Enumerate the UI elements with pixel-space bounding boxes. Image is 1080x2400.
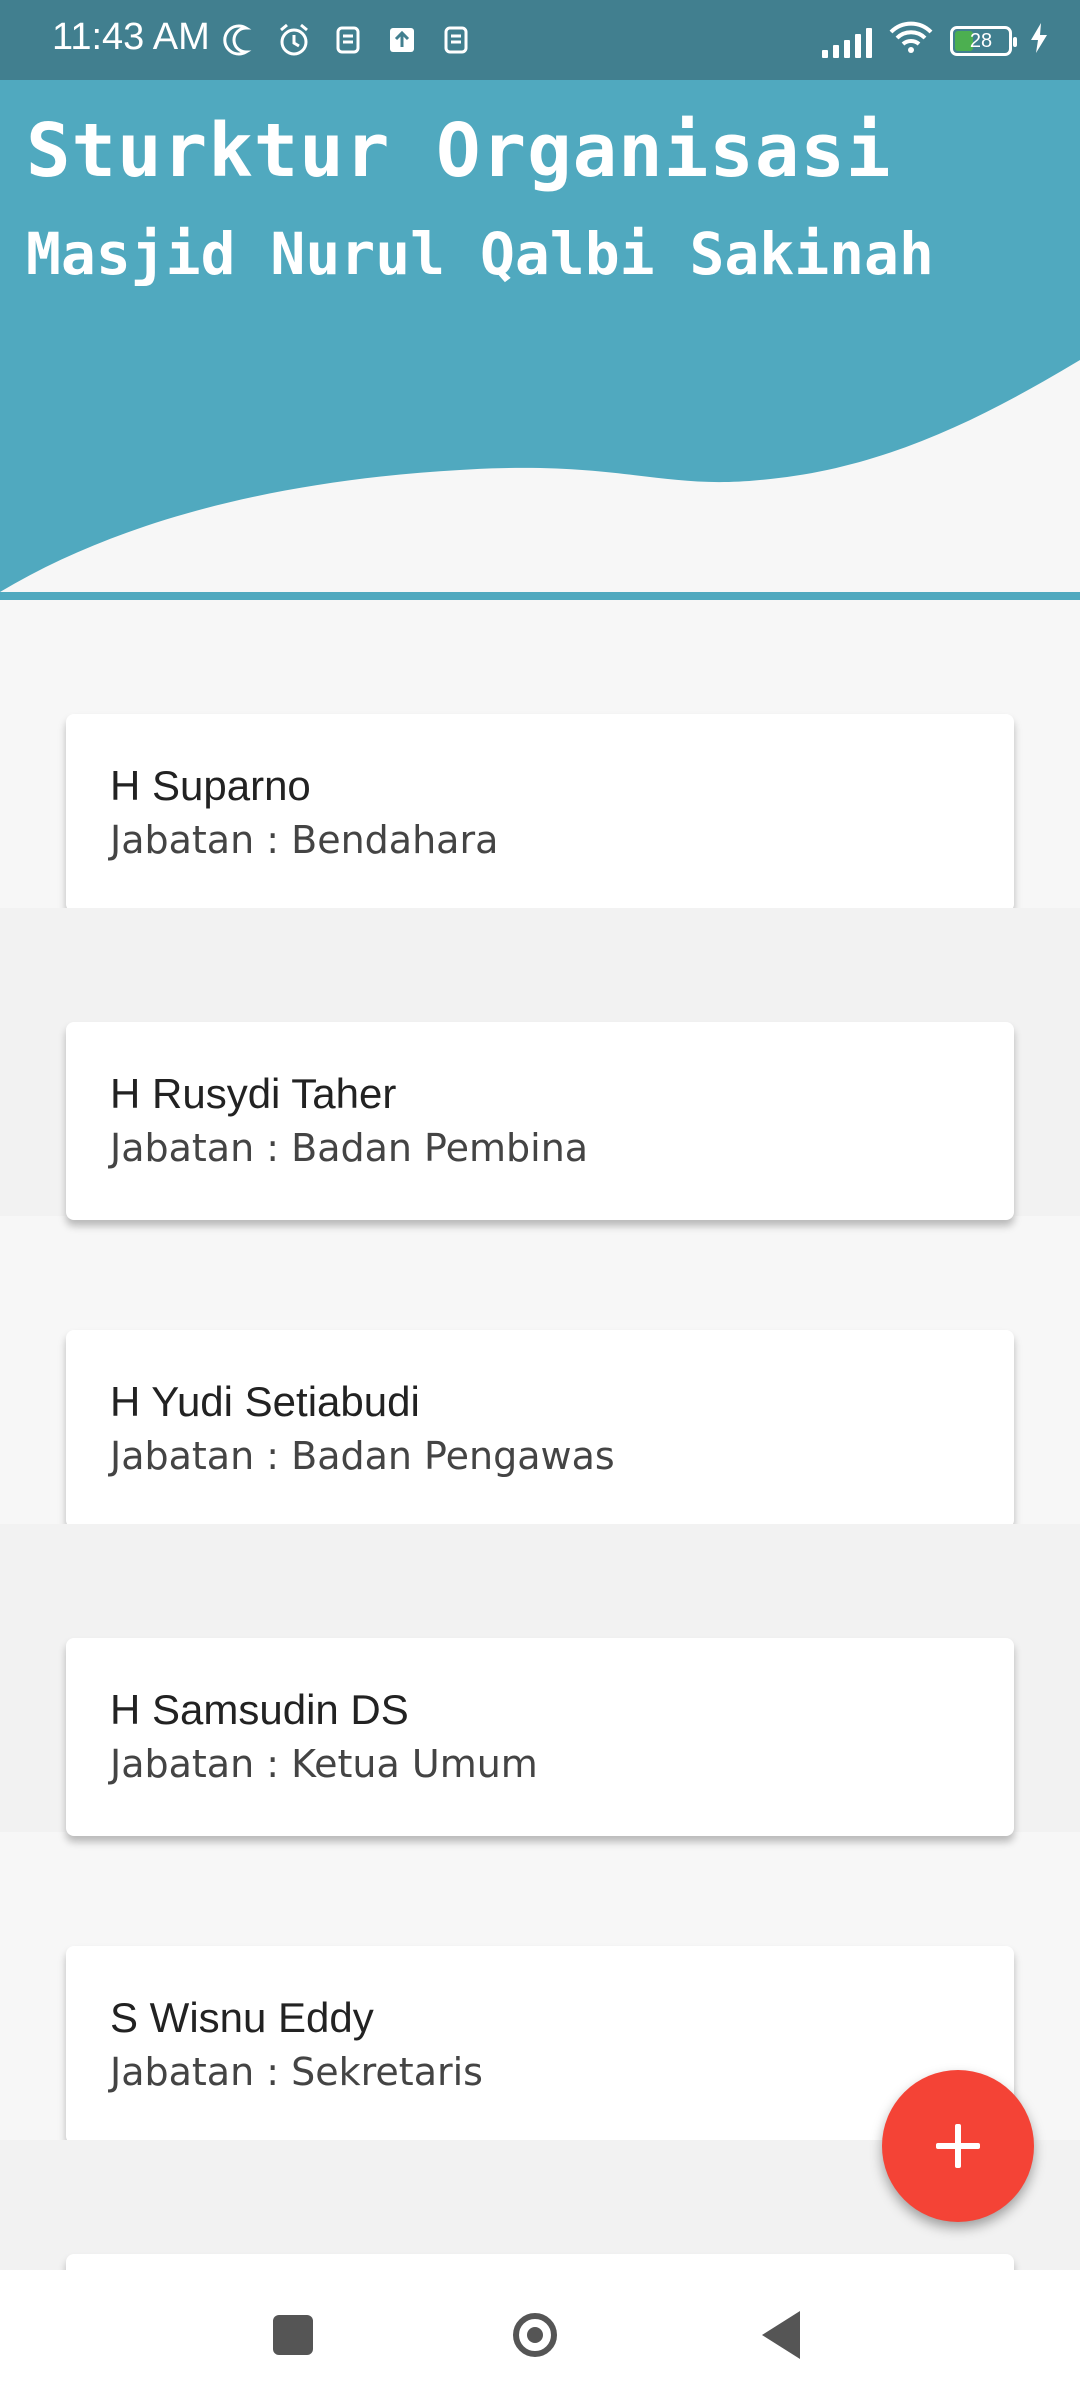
back-button[interactable] <box>746 2300 816 2370</box>
member-card[interactable]: H Rusydi Taher Jabatan : Badan Pembina <box>66 1022 1014 1220</box>
member-name: H Samsudin DS <box>110 1686 409 1733</box>
member-card[interactable]: H Suparno Jabatan : Bendahara <box>66 714 1014 912</box>
member-card[interactable]: H Samsudin DS Jabatan : Ketua Umum <box>66 1638 1014 1836</box>
member-role: Jabatan : Bendahara <box>110 818 499 862</box>
navigation-bar <box>0 2270 1080 2400</box>
battery-level: 28 <box>969 29 993 52</box>
plus-icon <box>936 2124 980 2168</box>
moon-icon <box>222 22 258 58</box>
battery-icon: 28 <box>950 25 1017 56</box>
member-card[interactable] <box>66 2254 1014 2270</box>
status-bar: 11:43 AM 28 <box>0 0 1080 80</box>
member-name: H Yudi Setiabudi <box>110 1378 420 1425</box>
charging-icon <box>1028 21 1050 60</box>
page-subtitle: Masjid Nurul Qalbi Sakinah <box>26 220 934 288</box>
home-button[interactable] <box>500 2300 570 2370</box>
member-card[interactable]: H Yudi Setiabudi Jabatan : Badan Pengawa… <box>66 1330 1014 1528</box>
alarm-icon <box>276 22 312 58</box>
home-icon <box>513 2313 557 2357</box>
notification-icon <box>330 22 366 58</box>
status-time: 11:43 AM <box>52 16 210 58</box>
list-item: H Rusydi Taher Jabatan : Badan Pembina <box>0 908 1080 1220</box>
recents-button[interactable] <box>258 2300 328 2370</box>
notification-icon <box>438 22 474 58</box>
member-role: Jabatan : Badan Pengawas <box>110 1434 615 1478</box>
member-role: Jabatan : Badan Pembina <box>110 1126 589 1170</box>
signal-icon <box>822 24 872 58</box>
member-role: Jabatan : Ketua Umum <box>110 1742 538 1786</box>
status-icons-right: 28 <box>822 20 1050 61</box>
wifi-icon <box>888 20 934 61</box>
list-item: H Samsudin DS Jabatan : Ketua Umum <box>0 1524 1080 1836</box>
upload-icon <box>384 22 420 58</box>
back-icon <box>762 2311 800 2359</box>
add-member-button[interactable] <box>882 2070 1034 2222</box>
page-title: Sturktur Organisasi <box>26 108 892 194</box>
member-name: H Suparno <box>110 762 311 809</box>
member-card[interactable]: S Wisnu Eddy Jabatan : Sekretaris <box>66 1946 1014 2144</box>
member-role: Jabatan : Sekretaris <box>110 2050 483 2094</box>
recents-icon <box>273 2315 313 2355</box>
member-name: S Wisnu Eddy <box>110 1994 374 2041</box>
status-icons-left <box>222 22 474 58</box>
member-name: H Rusydi Taher <box>110 1070 397 1117</box>
member-list[interactable]: H Suparno Jabatan : Bendahara H Rusydi T… <box>0 600 1080 2270</box>
list-item: H Suparno Jabatan : Bendahara <box>0 600 1080 912</box>
header: Sturktur Organisasi Masjid Nurul Qalbi S… <box>0 80 1080 600</box>
list-item: H Yudi Setiabudi Jabatan : Badan Pengawa… <box>0 1216 1080 1528</box>
